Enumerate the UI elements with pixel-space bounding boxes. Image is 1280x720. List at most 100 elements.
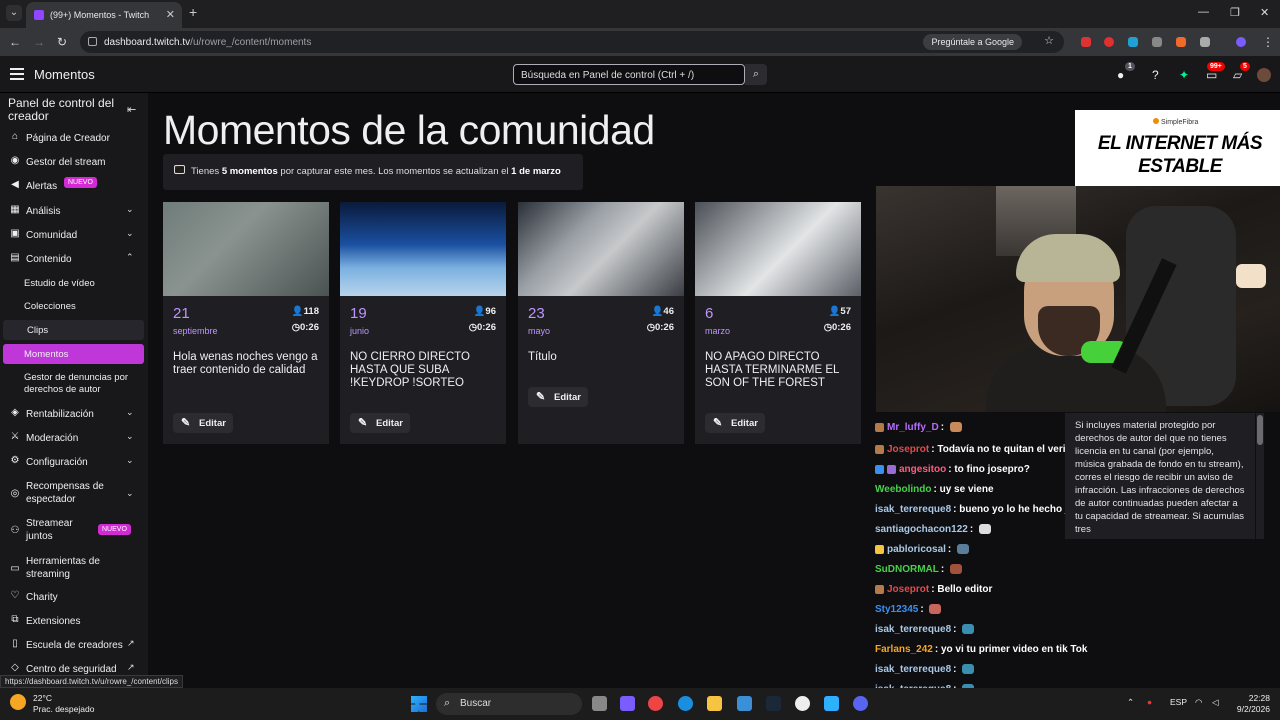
taskbar-search[interactable]: ⌕ Buscar xyxy=(436,693,582,715)
chat-username: Farlans_242 xyxy=(875,644,933,655)
tray-expand-icon[interactable]: ⌃ xyxy=(1127,697,1134,708)
moment-thumbnail[interactable] xyxy=(695,202,861,296)
sidebar-item-label: Extensiones xyxy=(26,616,81,627)
sidebar-item-creator-page[interactable]: ⌂ Página de Creador xyxy=(0,127,148,149)
forward-icon[interactable]: → xyxy=(33,35,45,49)
sidebar-item-analytics[interactable]: ▦ Análisis ⌄ xyxy=(0,200,148,222)
task-view-icon[interactable] xyxy=(592,696,607,711)
drops-icon[interactable]: ● xyxy=(1117,68,1124,82)
moment-viewers: 👤96 xyxy=(473,306,496,317)
volume-icon[interactable]: ◁ xyxy=(1212,697,1219,708)
minimize-icon[interactable]: — xyxy=(1198,6,1209,18)
steam-icon[interactable] xyxy=(766,696,781,711)
scrollbar-thumb[interactable] xyxy=(1257,415,1263,445)
help-icon[interactable]: ? xyxy=(1152,68,1159,82)
mail-icon[interactable] xyxy=(737,696,752,711)
collapse-sidebar-icon[interactable]: ⇤ xyxy=(127,103,136,116)
moment-thumbnail[interactable] xyxy=(518,202,684,296)
extension-icon[interactable] xyxy=(1104,37,1114,47)
weather-widget[interactable]: 22°C Prac. despejado xyxy=(33,693,94,715)
taskbar-clock[interactable]: 22:28 9/2/2026 xyxy=(1232,693,1270,715)
edit-button[interactable]: ✎ Editar xyxy=(173,413,233,433)
sidebar-item-moderation[interactable]: ⚔ Moderación ⌄ xyxy=(0,427,148,449)
sidebar-item-settings[interactable]: ⚙ Configuración ⌄ xyxy=(0,451,148,473)
sidebar-subitem-label: Colecciones xyxy=(24,301,76,312)
moment-card[interactable]: 6 marzo 👤57 ◷0:26 NO APAGO DIRECTO HASTA… xyxy=(695,202,861,444)
tab-search-icon[interactable]: ⌄ xyxy=(6,5,22,21)
url-host: dashboard.twitch.tv xyxy=(104,37,191,48)
edit-button[interactable]: ✎ Editar xyxy=(528,387,588,407)
sidebar-item-streaming-tools[interactable]: ▭ Herramientas de streaming xyxy=(0,555,148,583)
sidebar-item-label: Streamear juntos xyxy=(26,518,73,542)
extension-icon[interactable] xyxy=(1176,37,1186,47)
ask-google-button[interactable]: Pregúntale a Google xyxy=(923,34,1022,50)
sidebar-item-alerts[interactable]: ◀ Alertas NUEVO xyxy=(0,175,148,197)
extension-icon[interactable] xyxy=(1081,37,1091,47)
close-window-icon[interactable]: ✕ xyxy=(1260,6,1269,19)
windows-start-icon[interactable] xyxy=(411,696,427,712)
edit-button[interactable]: ✎ Editar xyxy=(705,413,765,433)
bookmark-star-icon[interactable]: ☆ xyxy=(1044,34,1054,47)
chat-message: isak_terereque8: xyxy=(875,624,975,635)
sidebar-item-creator-school[interactable]: ▯ Escuela de creadores ↗ xyxy=(0,634,148,656)
new-tab-icon[interactable]: + xyxy=(189,4,197,20)
sidebar-subitem-video-studio[interactable]: Estudio de vídeo xyxy=(0,273,148,293)
moment-duration: ◷0:26 xyxy=(646,322,674,333)
chat-username: santiagochacon122 xyxy=(875,524,968,535)
viewer-count: 118 xyxy=(303,306,319,317)
sidebar-item-charity[interactable]: ♡ Charity xyxy=(0,586,148,608)
sponsor-logo: SimpleFibra xyxy=(1153,118,1198,126)
extensions-puzzle-icon[interactable] xyxy=(1200,37,1210,47)
sidebar-item-community[interactable]: ▣ Comunidad ⌄ xyxy=(0,224,148,246)
tooltip-scrollbar[interactable] xyxy=(1256,413,1264,539)
sidebar-subitem-moments[interactable]: Momentos xyxy=(3,344,144,364)
profile-avatar[interactable] xyxy=(1236,37,1246,47)
dashboard-search-input[interactable]: Búsqueda en Panel de control (Ctrl + /) xyxy=(513,64,745,85)
extension-icon[interactable] xyxy=(1152,37,1162,47)
chrome-icon[interactable] xyxy=(648,696,663,711)
sidebar-item-stream-manager[interactable]: ◉ Gestor del stream xyxy=(0,151,148,173)
discord-icon[interactable] xyxy=(853,696,868,711)
copilot-icon[interactable] xyxy=(620,696,635,711)
sidebar-item-stream-together[interactable]: ⚇ Streamear juntos NUEVO xyxy=(0,517,148,545)
weather-temp: 22°C xyxy=(33,693,52,703)
sidebar-item-extensions[interactable]: ⧉ Extensiones xyxy=(0,610,148,632)
moment-thumbnail[interactable] xyxy=(163,202,329,296)
language-indicator[interactable]: ESP xyxy=(1170,697,1187,707)
sidebar-subitem-clips[interactable]: Clips xyxy=(3,320,144,340)
sidebar-item-monetization[interactable]: ◈ Rentabilización ⌄ xyxy=(0,403,148,425)
browser-tab[interactable]: (99+) Momentos - Twitch ✕ xyxy=(26,2,182,28)
reload-icon[interactable]: ↻ xyxy=(57,35,67,49)
close-tab-icon[interactable]: ✕ xyxy=(166,8,175,21)
creator-icon[interactable]: ✦ xyxy=(1179,68,1189,82)
sidebar-subitem-collections[interactable]: Colecciones xyxy=(0,296,148,316)
edit-button[interactable]: ✎ Editar xyxy=(350,413,410,433)
file-explorer-icon[interactable] xyxy=(707,696,722,711)
sidebar-item-content[interactable]: ▤ Contenido ⌃ xyxy=(0,248,148,270)
book-icon: ▯ xyxy=(12,638,18,649)
extension-icon[interactable] xyxy=(1128,37,1138,47)
tray-app-icon[interactable]: ● xyxy=(1147,697,1152,707)
wifi-icon[interactable]: ◠ xyxy=(1195,697,1202,708)
app-icon[interactable] xyxy=(824,696,839,711)
search-icon[interactable]: ⌕ xyxy=(745,64,767,85)
site-info-icon[interactable] xyxy=(88,37,97,46)
moment-card[interactable]: 23 mayo 👤46 ◷0:26 Título ✎ Editar xyxy=(518,202,684,444)
back-icon[interactable]: ← xyxy=(9,35,21,49)
user-avatar[interactable] xyxy=(1257,68,1271,82)
edit-label: Editar xyxy=(376,418,403,429)
monetization-icon: ◈ xyxy=(11,407,19,418)
obs-icon[interactable] xyxy=(795,696,810,711)
browser-menu-icon[interactable]: ⋮ xyxy=(1262,35,1274,49)
main-content: Momentos de la comunidad Tienes 5 moment… xyxy=(148,93,876,687)
edge-icon[interactable] xyxy=(678,696,693,711)
maximize-icon[interactable]: ❐ xyxy=(1230,6,1240,19)
url-input[interactable]: dashboard.twitch.tv/u/rowre_/content/mom… xyxy=(80,31,1064,53)
moment-thumbnail[interactable] xyxy=(340,202,506,296)
moment-card[interactable]: 21 septiembre 👤118 ◷0:26 Hola wenas noch… xyxy=(163,202,329,444)
sidebar-item-viewer-rewards[interactable]: ◎ Recompensas de espectador ⌄ xyxy=(0,480,148,508)
moment-card[interactable]: 19 junio 👤96 ◷0:26 NO CIERRO DIRECTO HAS… xyxy=(340,202,506,444)
sidebar-subitem-copyright-manager[interactable]: Gestor de denuncias por derechos de auto… xyxy=(0,371,148,401)
hamburger-menu-icon[interactable] xyxy=(10,68,24,80)
weather-icon[interactable] xyxy=(10,694,26,710)
